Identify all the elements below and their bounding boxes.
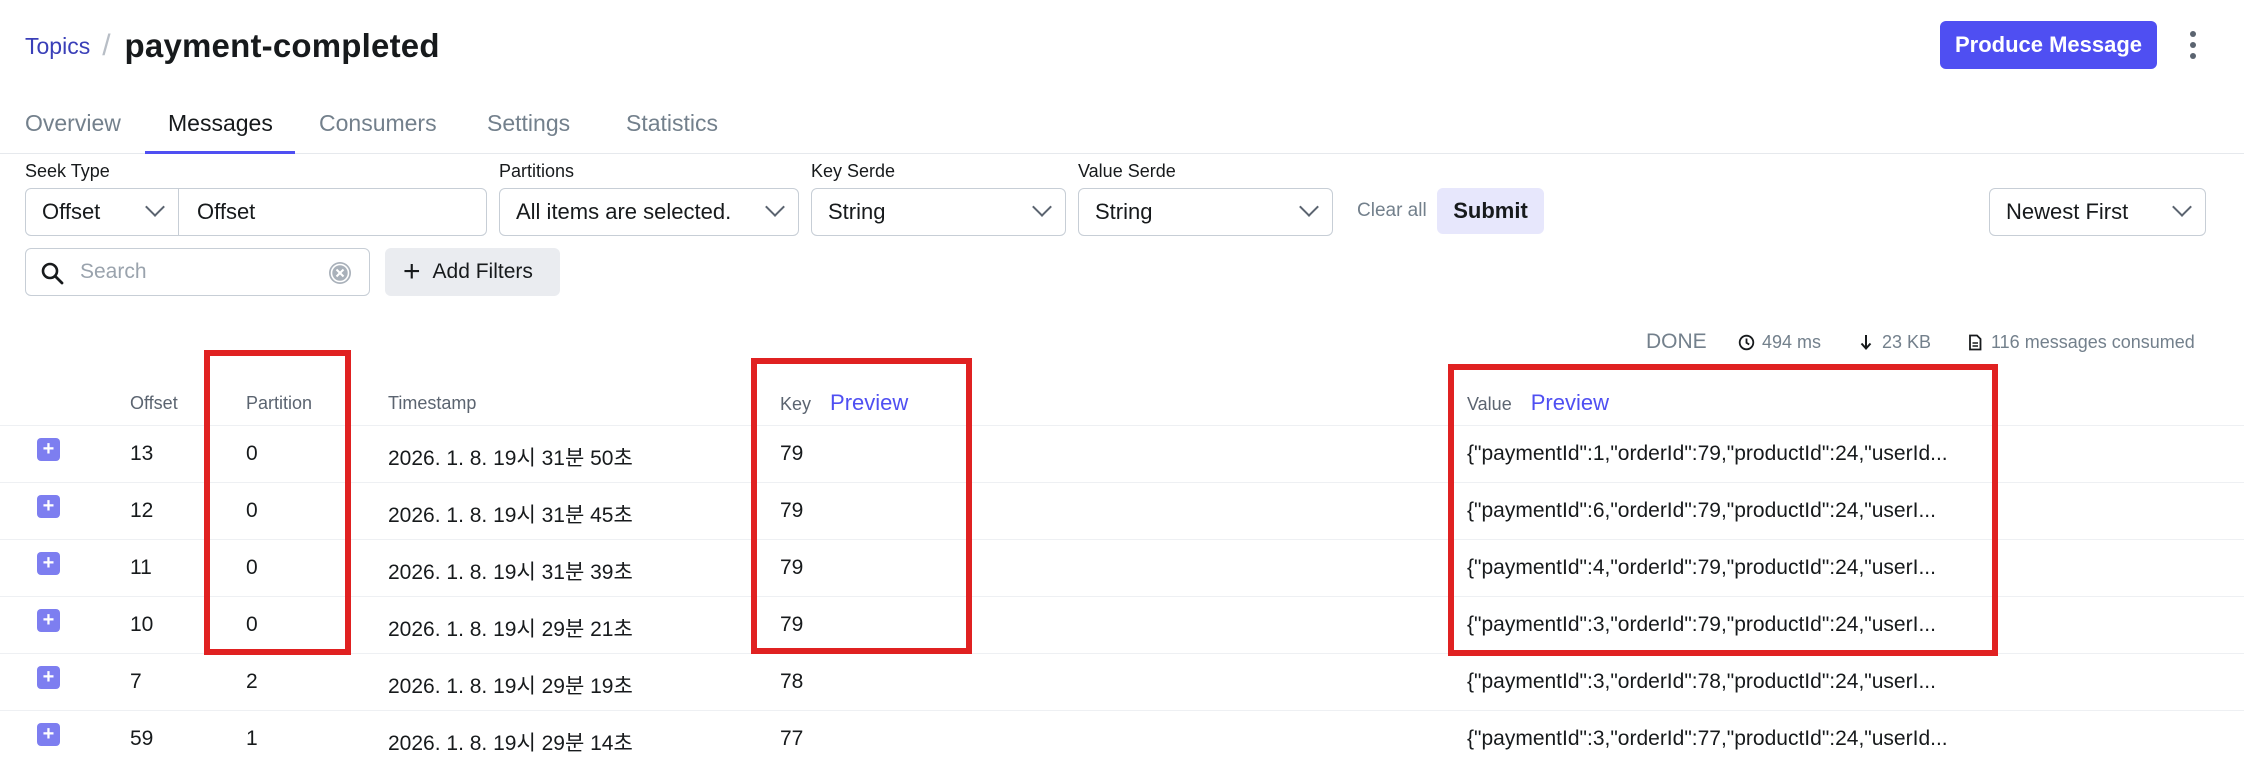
- partitions-label: Partitions: [499, 161, 575, 181]
- page-title: payment-completed: [124, 27, 440, 64]
- key-cell: 78: [780, 670, 804, 693]
- breadcrumb: Topics / payment-completed: [25, 20, 440, 72]
- offset-cell: 13: [130, 442, 154, 465]
- partition-cell: 2: [246, 670, 258, 693]
- offset-cell: 7: [130, 670, 142, 693]
- column-header-timestamp: Timestamp: [388, 393, 477, 413]
- timestamp-cell: 2026. 1. 8. 19시 29분 14초: [388, 732, 633, 755]
- key-serde-select[interactable]: String: [811, 188, 1066, 236]
- elapsed-time: 494 ms: [1738, 330, 1821, 354]
- search-input[interactable]: Search: [25, 248, 370, 296]
- offset-cell: 10: [130, 613, 154, 636]
- expand-row-icon[interactable]: +: [37, 438, 60, 461]
- seek-type-select[interactable]: Offset: [25, 188, 179, 236]
- table-row[interactable]: + 7 2 2026. 1. 8. 19시 29분 19초 78 {"payme…: [0, 653, 2244, 710]
- breadcrumb-topics-link[interactable]: Topics: [25, 33, 90, 60]
- expand-row-icon[interactable]: +: [37, 609, 60, 632]
- key-cell: 77: [780, 727, 804, 750]
- value-cell: {"paymentId":3,"orderId":78,"productId":…: [1467, 670, 1936, 693]
- search-icon: [41, 262, 64, 285]
- chevron-down-icon: [145, 197, 165, 217]
- consumed-value: 116 messages consumed: [1991, 331, 2195, 352]
- timestamp-cell: 2026. 1. 8. 19시 31분 39초: [388, 561, 633, 584]
- bytes-consumed: 23 KB: [1859, 330, 1931, 354]
- add-filters-label: Add Filters: [432, 260, 533, 283]
- offset-cell: 12: [130, 499, 154, 522]
- messages-consumed: 116 messages consumed: [1968, 330, 2195, 354]
- sort-order-value: Newest First: [2006, 199, 2129, 224]
- clear-all-link[interactable]: Clear all: [1357, 200, 1427, 222]
- tab-messages[interactable]: Messages: [168, 110, 273, 137]
- plus-icon: +: [403, 255, 421, 288]
- partition-highlight-box: [204, 350, 351, 655]
- active-tab-indicator: [145, 151, 295, 154]
- value-serde-select[interactable]: String: [1078, 188, 1333, 236]
- expand-row-icon[interactable]: +: [37, 495, 60, 518]
- breadcrumb-separator: /: [102, 29, 111, 62]
- timestamp-cell: 2026. 1. 8. 19시 29분 21초: [388, 618, 633, 641]
- offset-cell: 59: [130, 727, 154, 750]
- seek-offset-input[interactable]: Offset: [178, 188, 487, 236]
- value-serde-value: String: [1095, 199, 1153, 224]
- partitions-value: All items are selected.: [516, 199, 732, 224]
- produce-message-button[interactable]: Produce Message: [1940, 21, 2157, 69]
- tab-consumers[interactable]: Consumers: [319, 110, 437, 137]
- submit-button[interactable]: Submit: [1437, 188, 1544, 234]
- document-icon: [1969, 334, 1982, 350]
- partitions-select[interactable]: All items are selected.: [499, 188, 799, 236]
- search-placeholder: Search: [80, 260, 147, 283]
- key-serde-label: Key Serde: [811, 161, 896, 181]
- chevron-down-icon: [1299, 197, 1319, 217]
- chevron-down-icon: [2172, 197, 2192, 217]
- sort-order-select[interactable]: Newest First: [1989, 188, 2206, 236]
- add-filters-button[interactable]: + Add Filters: [385, 248, 560, 296]
- tab-statistics[interactable]: Statistics: [626, 110, 718, 137]
- chevron-down-icon: [765, 197, 785, 217]
- expand-row-icon[interactable]: +: [37, 666, 60, 689]
- value-highlight-box: [1448, 364, 1998, 656]
- elapsed-value: 494 ms: [1762, 331, 1822, 352]
- chevron-down-icon: [1032, 197, 1052, 217]
- partition-cell: 1: [246, 727, 258, 750]
- clock-icon: [1738, 334, 1755, 350]
- key-highlight-box: [751, 358, 972, 654]
- expand-row-icon[interactable]: +: [37, 552, 60, 575]
- seek-type-label: Seek Type: [25, 161, 110, 181]
- key-serde-value: String: [828, 199, 886, 224]
- table-row[interactable]: + 59 1 2026. 1. 8. 19시 29분 14초 77 {"paym…: [0, 710, 2244, 767]
- seek-type-value: Offset: [42, 199, 101, 224]
- timestamp-cell: 2026. 1. 8. 19시 31분 45초: [388, 504, 633, 527]
- column-header-offset: Offset: [130, 393, 178, 413]
- consume-state: DONE: [1646, 330, 1707, 353]
- tab-settings[interactable]: Settings: [487, 110, 570, 137]
- timestamp-cell: 2026. 1. 8. 19시 31분 50초: [388, 447, 633, 470]
- timestamp-cell: 2026. 1. 8. 19시 29분 19초: [388, 675, 633, 698]
- seek-offset-value: Offset: [197, 199, 256, 224]
- clear-search-icon[interactable]: [328, 261, 352, 285]
- tab-bar: Overview Messages Consumers Settings Sta…: [0, 96, 2244, 154]
- tab-overview[interactable]: Overview: [25, 110, 121, 137]
- value-serde-label: Value Serde: [1078, 161, 1176, 181]
- arrow-down-icon: [1860, 335, 1872, 350]
- more-options-icon[interactable]: [2181, 28, 2205, 62]
- bytes-value: 23 KB: [1882, 331, 1932, 352]
- value-cell: {"paymentId":3,"orderId":77,"productId":…: [1467, 727, 1948, 750]
- offset-cell: 11: [130, 556, 152, 579]
- expand-row-icon[interactable]: +: [37, 723, 60, 746]
